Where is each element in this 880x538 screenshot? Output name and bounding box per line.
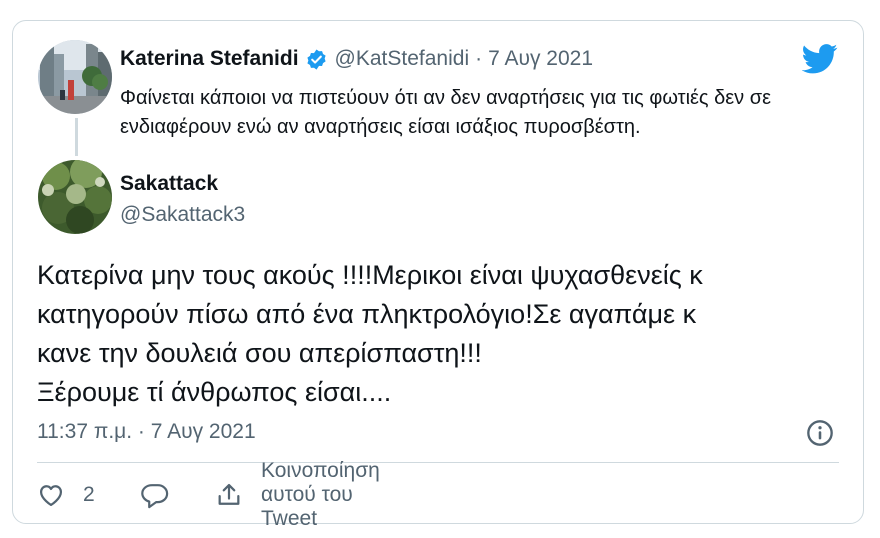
reply-tweet-text: Κατερίνα μην τους ακούς !!!!Μερικοι είνα… [37,256,857,412]
quoted-tweet-text: Φαίνεται κάποιοι να πιστεύουν ότι αν δεν… [120,87,771,138]
divider [37,462,839,463]
reply-bubble-icon [140,481,170,509]
quoted-author-name[interactable]: Katerina Stefanidi [120,47,299,71]
quoted-tweet-header: Katerina Stefanidi @KatStefanidi · 7 Αυγ… [120,47,593,71]
thread-line [75,118,78,156]
reply-text-line: Ξέρουμε τί άνθρωπος είσαι.... [37,377,392,407]
reply-author-handle[interactable]: @Sakattack3 [120,203,245,227]
avatar-sakattack[interactable] [38,160,112,234]
twitter-bird-icon[interactable] [801,44,838,74]
quoted-tweet-date[interactable]: 7 Αυγ 2021 [488,47,593,71]
share-label: Κοινοποίηση αυτού του Tweet [261,459,380,530]
info-icon[interactable] [806,419,834,447]
share-button[interactable]: Κοινοποίηση αυτού του Tweet [215,459,380,530]
reply-button[interactable] [140,480,170,510]
like-button[interactable]: 2 [37,480,95,510]
reply-text-line: Κατερίνα μην τους ακούς !!!!Μερικοι είνα… [37,260,703,290]
reply-author-name[interactable]: Sakattack [120,172,218,196]
like-count: 2 [83,483,95,506]
share-icon [215,481,243,509]
reply-text-line: κανε την δουλειά σου απερίσπαστη!!! [37,338,482,368]
separator-dot: · [475,47,483,70]
verified-badge-icon [305,48,328,71]
quoted-author-handle[interactable]: @KatStefanidi [335,47,470,71]
heart-icon [37,481,65,509]
tweet-timestamp[interactable]: 11:37 π.μ. · 7 Αυγ 2021 [37,420,256,444]
reply-text-line: κατηγορούν πίσω από ένα πληκτρολόγιο!Σε … [37,299,697,329]
avatar-katerina[interactable] [38,40,112,114]
